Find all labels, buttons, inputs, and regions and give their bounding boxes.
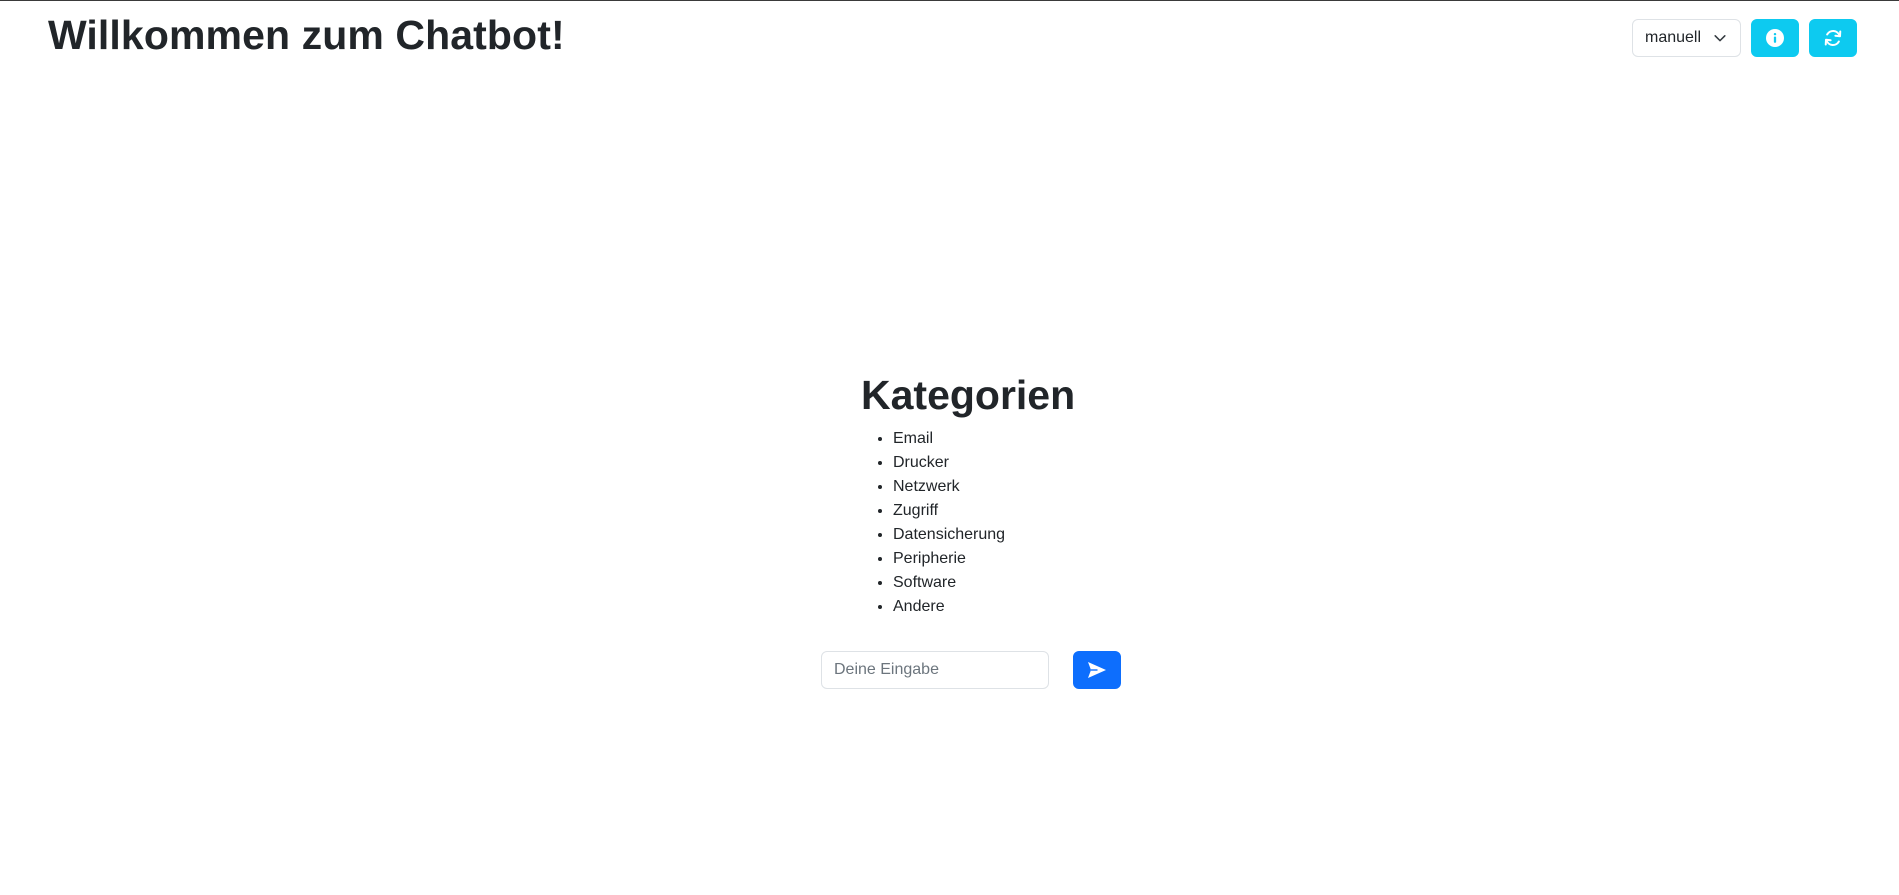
- info-button[interactable]: [1751, 19, 1799, 57]
- category-item: Zugriff: [893, 499, 1005, 523]
- category-item: Software: [893, 571, 1005, 595]
- category-list: Email Drucker Netzwerk Zugriff Datensich…: [861, 427, 1005, 619]
- info-icon: [1766, 29, 1784, 47]
- mode-select-value: manuell: [1645, 29, 1702, 46]
- header-controls: manuell: [1632, 19, 1857, 57]
- mode-select[interactable]: manuell: [1632, 19, 1741, 57]
- categories-heading: Kategorien: [861, 372, 1076, 418]
- category-item: Andere: [893, 595, 1005, 619]
- refresh-icon: [1823, 28, 1843, 48]
- send-icon: [1087, 661, 1107, 679]
- category-item: Drucker: [893, 451, 1005, 475]
- refresh-button[interactable]: [1809, 19, 1857, 57]
- category-item: Datensicherung: [893, 523, 1005, 547]
- category-item: Peripherie: [893, 547, 1005, 571]
- chevron-down-icon: [1713, 31, 1727, 45]
- send-button[interactable]: [1073, 651, 1121, 689]
- chat-input-row: [821, 651, 1121, 689]
- page-title: Willkommen zum Chatbot!: [48, 12, 565, 58]
- chat-input[interactable]: [821, 651, 1049, 689]
- category-item: Email: [893, 427, 1005, 451]
- category-item: Netzwerk: [893, 475, 1005, 499]
